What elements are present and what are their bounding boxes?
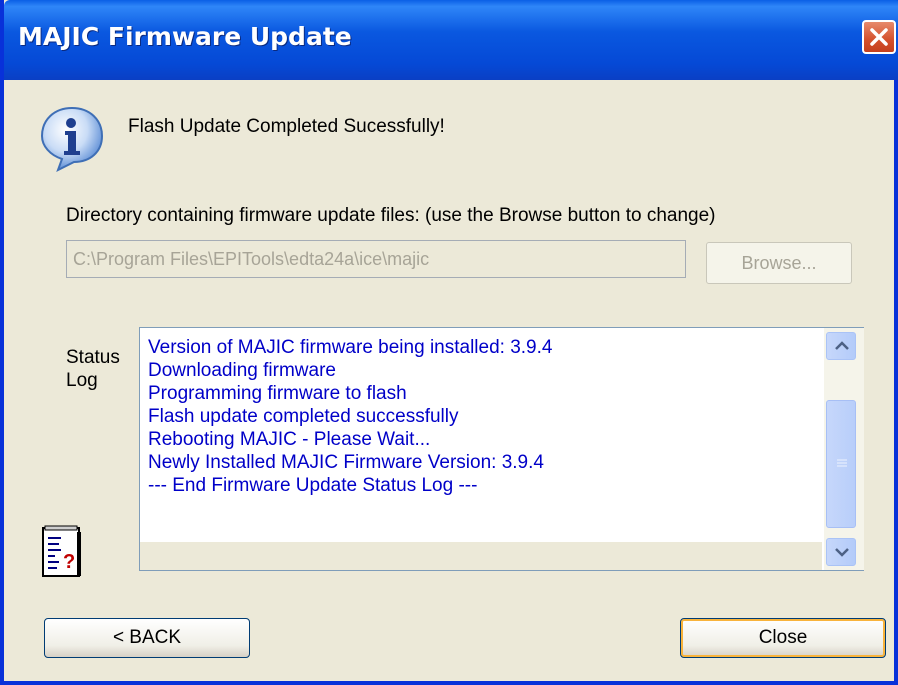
notepad-help-icon[interactable]: ? (41, 524, 83, 578)
firmware-update-dialog: MAJIC Firmware Update Flash Update Compl… (0, 0, 898, 685)
directory-label: Directory containing firmware update fil… (66, 205, 716, 226)
chevron-down-icon (835, 548, 849, 557)
log-bottom-strip (140, 542, 822, 570)
status-log-box[interactable]: Version of MAJIC firmware being installe… (139, 327, 864, 571)
grip-icon (837, 459, 847, 467)
log-line: Downloading firmware (148, 360, 336, 381)
close-button[interactable]: Close (680, 618, 886, 658)
status-log-label: Status Log (66, 346, 120, 392)
log-line: --- End Firmware Update Status Log --- (148, 475, 478, 496)
browse-button[interactable]: Browse... (706, 242, 852, 284)
close-icon[interactable] (862, 20, 896, 54)
vertical-scrollbar[interactable] (824, 328, 864, 570)
back-button[interactable]: < BACK (44, 618, 250, 658)
status-log-label-line2: Log (66, 370, 98, 391)
info-icon (40, 106, 104, 172)
svg-text:?: ? (63, 551, 75, 573)
log-line: Programming firmware to flash (148, 383, 407, 404)
log-line: Newly Installed MAJIC Firmware Version: … (148, 452, 544, 473)
chevron-up-icon (835, 341, 849, 350)
window-title: MAJIC Firmware Update (18, 22, 352, 51)
status-log-label-line1: Status (66, 347, 120, 368)
status-log-content: Version of MAJIC firmware being installe… (142, 330, 822, 568)
status-message: Flash Update Completed Sucessfully! (128, 116, 445, 137)
scroll-up-button[interactable] (826, 332, 856, 360)
directory-field[interactable] (66, 240, 686, 278)
scroll-thumb[interactable] (826, 400, 856, 528)
log-line: Flash update completed successfully (148, 406, 459, 427)
title-bar[interactable]: MAJIC Firmware Update (4, 0, 898, 80)
log-line: Rebooting MAJIC - Please Wait... (148, 429, 431, 450)
scroll-down-button[interactable] (826, 538, 856, 566)
log-line: Version of MAJIC firmware being installe… (148, 337, 553, 358)
